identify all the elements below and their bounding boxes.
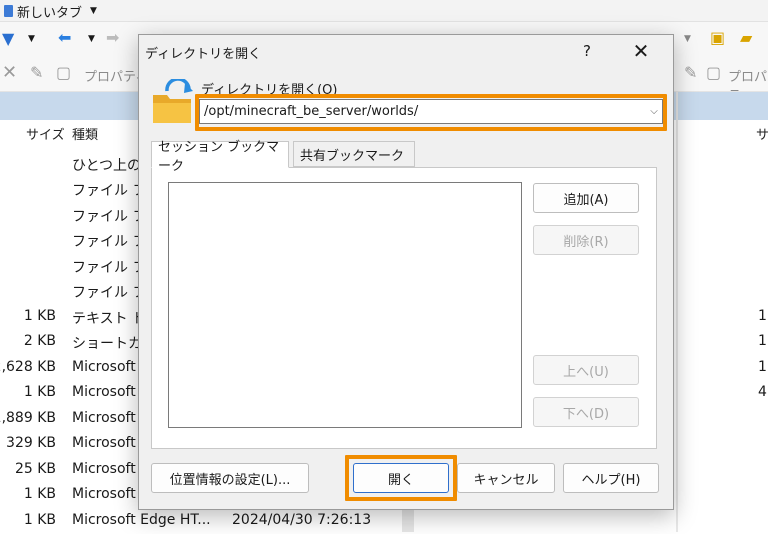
- list-item[interactable]: 1 KB Microsoft Edge HT... 2024/04/30 7:26:…: [0, 509, 768, 534]
- app-tab-bar: 新しいタブ ▼: [0, 0, 768, 22]
- tab-session-bookmarks[interactable]: セッション ブックマーク: [151, 140, 289, 174]
- properties-icon[interactable]: ▢: [706, 64, 721, 82]
- dialog-title: ディレクトリを開く: [145, 47, 262, 62]
- chevron-down-icon[interactable]: ▼: [28, 30, 35, 48]
- open-folder-icon: [153, 79, 193, 123]
- chevron-down-icon[interactable]: ▼: [684, 30, 691, 48]
- bookmark-list[interactable]: [168, 182, 522, 428]
- document-icon: [4, 5, 13, 17]
- location-settings-button[interactable]: 位置情報の設定(L)...: [151, 463, 309, 493]
- directory-path-value[interactable]: /opt/minecraft_be_server/worlds/: [204, 104, 646, 119]
- open-button[interactable]: 開く: [353, 463, 449, 493]
- app-tab[interactable]: 新しいタブ ▼: [0, 0, 105, 22]
- column-header-size-right[interactable]: サ: [756, 124, 768, 143]
- delete-bookmark-button[interactable]: 削除(R): [533, 225, 639, 255]
- tab-shared-bookmarks[interactable]: 共有ブックマーク: [293, 141, 415, 167]
- filter-icon[interactable]: ▼: [2, 30, 14, 48]
- pane-divider[interactable]: [676, 92, 678, 532]
- open-directory-dialog: ディレクトリを開く ? ✕ ディレクトリを開く(O) /opt/minecraf…: [138, 34, 674, 510]
- chevron-down-icon[interactable]: ▼: [88, 30, 95, 48]
- column-header-type[interactable]: 種類: [72, 124, 98, 143]
- directory-label: ディレクトリを開く(O): [201, 83, 338, 98]
- cancel-button[interactable]: キャンセル: [457, 463, 555, 493]
- help-button[interactable]: ヘルプ(H): [563, 463, 659, 493]
- delete-icon[interactable]: ✕: [2, 64, 17, 82]
- app-tab-title: 新しいタブ: [17, 5, 83, 21]
- folder-up-icon[interactable]: ▣: [710, 29, 725, 47]
- rename-icon[interactable]: ✎: [684, 64, 697, 82]
- rename-icon[interactable]: ✎: [30, 64, 43, 82]
- close-icon[interactable]: ✕: [625, 37, 657, 65]
- properties-icon[interactable]: ▢: [56, 64, 71, 82]
- folder-icon[interactable]: ▰: [740, 29, 752, 47]
- forward-arrow-icon[interactable]: ➡: [106, 29, 119, 47]
- add-bookmark-button[interactable]: 追加(A): [533, 183, 639, 213]
- column-header-size[interactable]: サイズ: [26, 124, 65, 143]
- move-up-button[interactable]: 上へ(U): [533, 355, 639, 385]
- move-down-button[interactable]: 下へ(D): [533, 397, 639, 427]
- chevron-down-icon[interactable]: ⌵: [646, 106, 662, 117]
- back-arrow-icon[interactable]: ⬅: [58, 29, 71, 47]
- chevron-down-icon[interactable]: ▼: [90, 6, 97, 16]
- directory-path-combobox[interactable]: /opt/minecraft_be_server/worlds/ ⌵: [199, 99, 663, 124]
- help-icon[interactable]: ?: [573, 37, 601, 65]
